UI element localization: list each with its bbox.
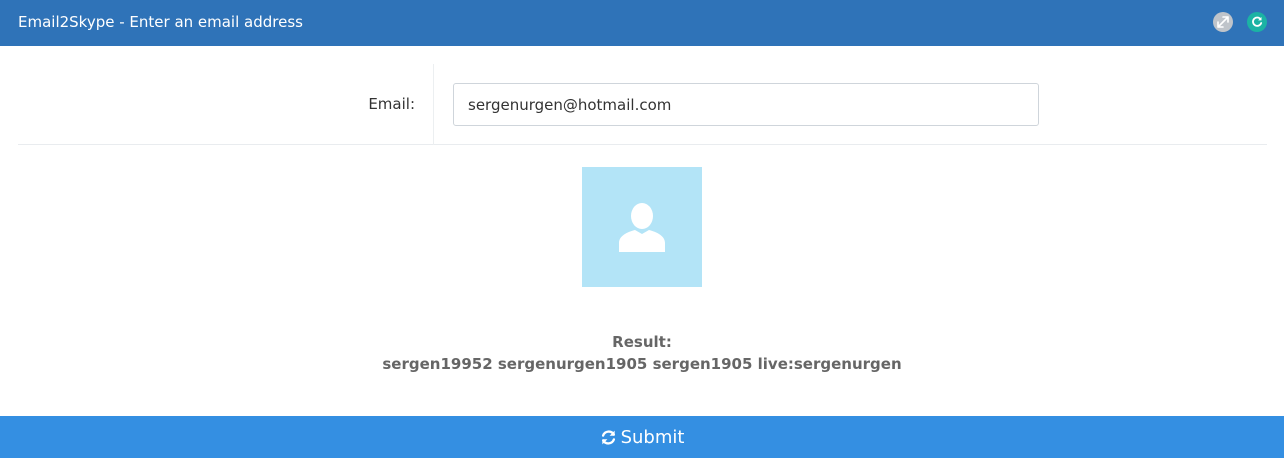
expand-icon: [1217, 16, 1229, 28]
refresh-icon: [601, 429, 615, 445]
email-input[interactable]: [453, 83, 1039, 126]
email-form-row: Email:: [18, 64, 1267, 145]
user-icon: [619, 203, 665, 252]
expand-button[interactable]: [1213, 12, 1233, 32]
reload-button[interactable]: [1247, 12, 1267, 32]
reload-icon: [1252, 16, 1263, 27]
result-heading: Result:: [612, 333, 672, 351]
email-label: Email:: [368, 95, 415, 113]
submit-button[interactable]: Submit: [0, 416, 1284, 458]
submit-label: Submit: [620, 426, 685, 448]
result-block: Result: sergen19952 sergenurgen1905 serg…: [0, 331, 1284, 375]
result-text: sergen19952 sergenurgen1905 sergen1905 l…: [382, 355, 902, 373]
panel-header: Email2Skype - Enter an email address: [0, 0, 1284, 46]
panel-title: Email2Skype - Enter an email address: [18, 13, 303, 31]
form-divider: [433, 64, 434, 145]
avatar: [582, 167, 702, 287]
